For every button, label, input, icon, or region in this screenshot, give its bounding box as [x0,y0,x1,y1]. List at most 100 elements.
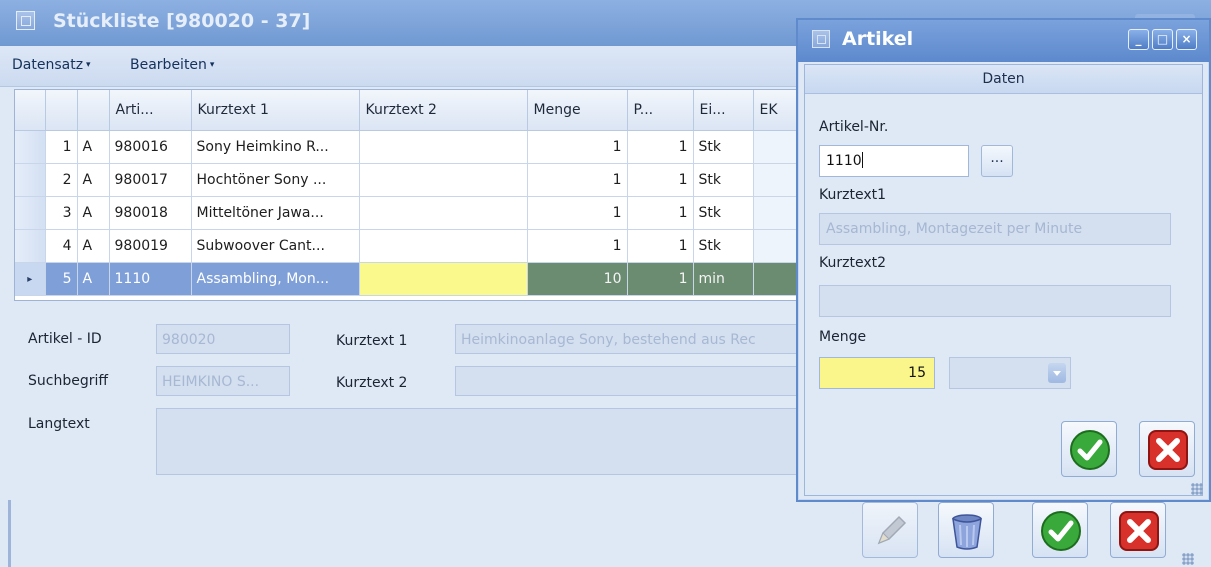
cell-type[interactable]: A [77,163,110,197]
grid-header-type[interactable] [77,90,110,131]
table-row-selected[interactable]: ▸ 5 A 1110 Assambling, Mon... 10 1 min [15,262,816,296]
artikel-nr-value: 1110 [826,153,862,169]
cell-menge[interactable]: 1 [527,196,628,230]
cell-kurztext2[interactable] [359,262,528,296]
grid-header-no[interactable] [45,90,78,131]
cell-kurztext1[interactable]: Hochtöner Sony ... [191,163,360,197]
grid-header-kurztext2[interactable]: Kurztext 2 [359,90,528,131]
cell-kurztext1[interactable]: Subwoover Cant... [191,229,360,263]
cell-artikel[interactable]: 980019 [109,229,192,263]
cancel-button[interactable] [1110,502,1166,558]
cell-type[interactable]: A [77,262,110,296]
kurztext2-field [819,285,1171,317]
kurztext1-label: Kurztext1 [819,187,886,203]
row-indicator[interactable] [15,130,46,164]
window-icon [16,11,35,30]
cell-einheit[interactable]: Stk [693,229,754,263]
chevron-down-icon: ▾ [209,60,215,70]
grid-header-einheit[interactable]: Ei... [693,90,754,131]
grid-header-kurztext1[interactable]: Kurztext 1 [191,90,360,131]
confirm-button[interactable] [1032,502,1088,558]
main-window-title: Stückliste [980020 - 37] [53,10,311,32]
cell-no[interactable]: 1 [45,130,78,164]
menu-datensatz[interactable]: Datensatz ▾ [12,57,91,73]
dialog-body: Daten Artikel-Nr. 1110 ... Kurztext1 Ass… [804,64,1203,496]
artikel-lookup-button[interactable]: ... [981,145,1013,177]
cell-no[interactable]: 4 [45,229,78,263]
grid-header-menge[interactable]: Menge [527,90,628,131]
cell-no[interactable]: 5 [45,262,78,296]
edit-icon [877,515,907,545]
cell-p[interactable]: 1 [627,196,694,230]
table-row[interactable]: 2 A 980017 Hochtöner Sony ... 1 1 Stk [15,163,816,197]
grid-header-indicator [15,90,46,131]
row-pointer-icon[interactable]: ▸ [15,262,46,296]
cell-p[interactable]: 1 [627,229,694,263]
einheit-dropdown[interactable] [949,357,1071,389]
cell-type[interactable]: A [77,196,110,230]
grid-header-row: Arti... Kurztext 1 Kurztext 2 Menge P...… [15,90,816,131]
artikel-nr-label: Artikel-Nr. [819,119,889,135]
checkmark-icon [1041,511,1081,551]
cell-einheit[interactable]: Stk [693,196,754,230]
cell-no[interactable]: 2 [45,163,78,197]
dialog-confirm-button[interactable] [1061,421,1117,477]
cell-kurztext1[interactable]: Sony Heimkino R... [191,130,360,164]
cell-einheit[interactable]: Stk [693,163,754,197]
cell-menge[interactable]: 10 [527,262,628,296]
close-icon [1148,430,1188,470]
cell-menge[interactable]: 1 [527,229,628,263]
cell-kurztext2[interactable] [359,163,528,197]
cell-einheit[interactable]: Stk [693,130,754,164]
dialog-cancel-button[interactable] [1139,421,1195,477]
cell-artikel[interactable]: 1110 [109,262,192,296]
cell-artikel[interactable]: 980018 [109,196,192,230]
tab-daten[interactable]: Daten [805,65,1202,94]
cell-p[interactable]: 1 [627,163,694,197]
cell-menge[interactable]: 1 [527,130,628,164]
menu-datensatz-label: Datensatz [12,57,84,73]
cell-kurztext2[interactable] [359,229,528,263]
cell-kurztext1[interactable]: Assambling, Mon... [191,262,360,296]
cell-type[interactable]: A [77,229,110,263]
maximize-button[interactable]: □ [1152,29,1173,50]
row-indicator[interactable] [15,196,46,230]
suchbegriff-field: HEIMKINO S... [156,366,290,396]
trash-icon [952,514,982,550]
menge-input[interactable]: 15 [819,357,935,389]
table-row[interactable]: 1 A 980016 Sony Heimkino R... 1 1 Stk [15,130,816,164]
cell-kurztext2[interactable] [359,130,528,164]
cell-p[interactable]: 1 [627,130,694,164]
menu-bearbeiten[interactable]: Bearbeiten ▾ [130,57,214,73]
resize-grip-icon[interactable] [1191,483,1203,495]
cell-kurztext2[interactable] [359,196,528,230]
cell-artikel[interactable]: 980017 [109,163,192,197]
cell-artikel[interactable]: 980016 [109,130,192,164]
cell-menge[interactable]: 1 [527,163,628,197]
cell-no[interactable]: 3 [45,196,78,230]
close-icon [1119,511,1159,551]
minimize-button[interactable]: _ [1128,29,1149,50]
chevron-down-icon[interactable] [1048,363,1066,383]
dialog-title-bar[interactable]: Artikel _ □ × [798,20,1209,62]
suchbegriff-label: Suchbegriff [28,373,109,389]
row-indicator[interactable] [15,163,46,197]
cell-p[interactable]: 1 [627,262,694,296]
edit-button[interactable] [862,502,918,558]
close-window-button[interactable]: × [1176,29,1197,50]
cell-type[interactable]: A [77,130,110,164]
table-row[interactable]: 4 A 980019 Subwoover Cant... 1 1 Stk [15,229,816,263]
splitter[interactable] [8,500,11,567]
table-row[interactable]: 3 A 980018 Mitteltöner Jawa... 1 1 Stk [15,196,816,230]
artikel-nr-input[interactable]: 1110 [819,145,969,177]
cell-kurztext1[interactable]: Mitteltöner Jawa... [191,196,360,230]
delete-button[interactable] [938,502,994,558]
checkmark-icon [1070,430,1110,470]
resize-grip-icon[interactable] [1182,553,1194,565]
grid-header-p[interactable]: P... [627,90,694,131]
stueckliste-grid[interactable]: Arti... Kurztext 1 Kurztext 2 Menge P...… [14,89,816,301]
cell-einheit[interactable]: min [693,262,754,296]
kurztext1-field: Assambling, Montagezeit per Minute [819,213,1171,245]
row-indicator[interactable] [15,229,46,263]
grid-header-artikel[interactable]: Arti... [109,90,192,131]
